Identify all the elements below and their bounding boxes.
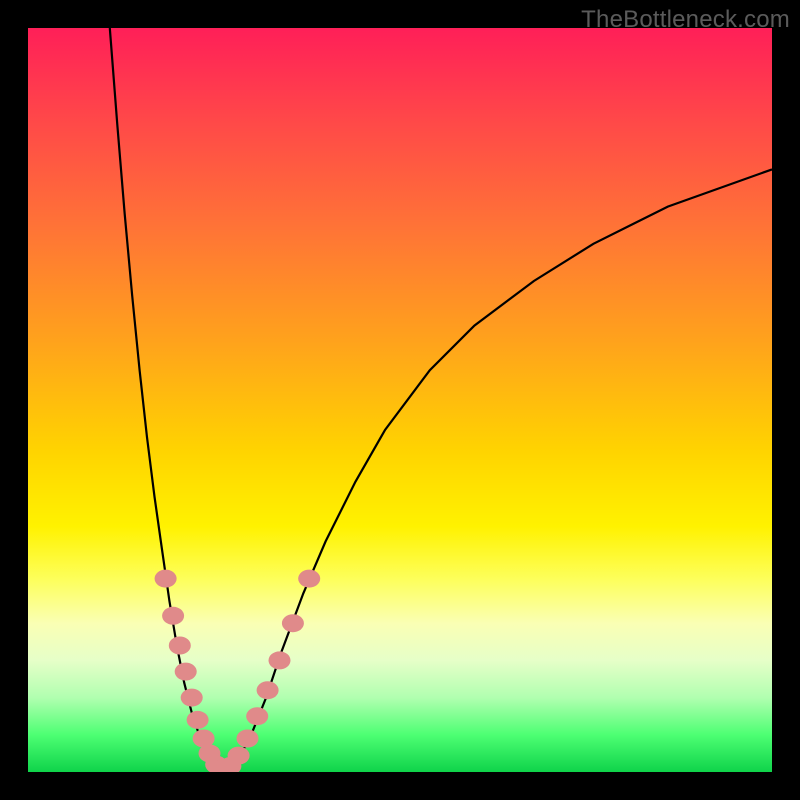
curve-marker [282, 614, 304, 632]
curve-marker [187, 711, 209, 729]
curve-marker [298, 570, 320, 588]
chart-frame: TheBottleneck.com [0, 0, 800, 800]
curve-marker [175, 663, 197, 681]
curve-marker [269, 651, 291, 669]
curve-marker [162, 607, 184, 625]
curve-marker [228, 747, 250, 765]
curve-marker [155, 570, 177, 588]
curve-marker [257, 681, 279, 699]
watermark-text: TheBottleneck.com [581, 6, 790, 34]
curve-marker [237, 730, 259, 748]
curve-marker [181, 689, 203, 707]
curve-layer [28, 28, 772, 772]
curve-markers [155, 570, 321, 772]
curve-marker [169, 637, 191, 655]
plot-area [28, 28, 772, 772]
curve-marker [246, 707, 268, 725]
bottleneck-curve [110, 28, 772, 770]
